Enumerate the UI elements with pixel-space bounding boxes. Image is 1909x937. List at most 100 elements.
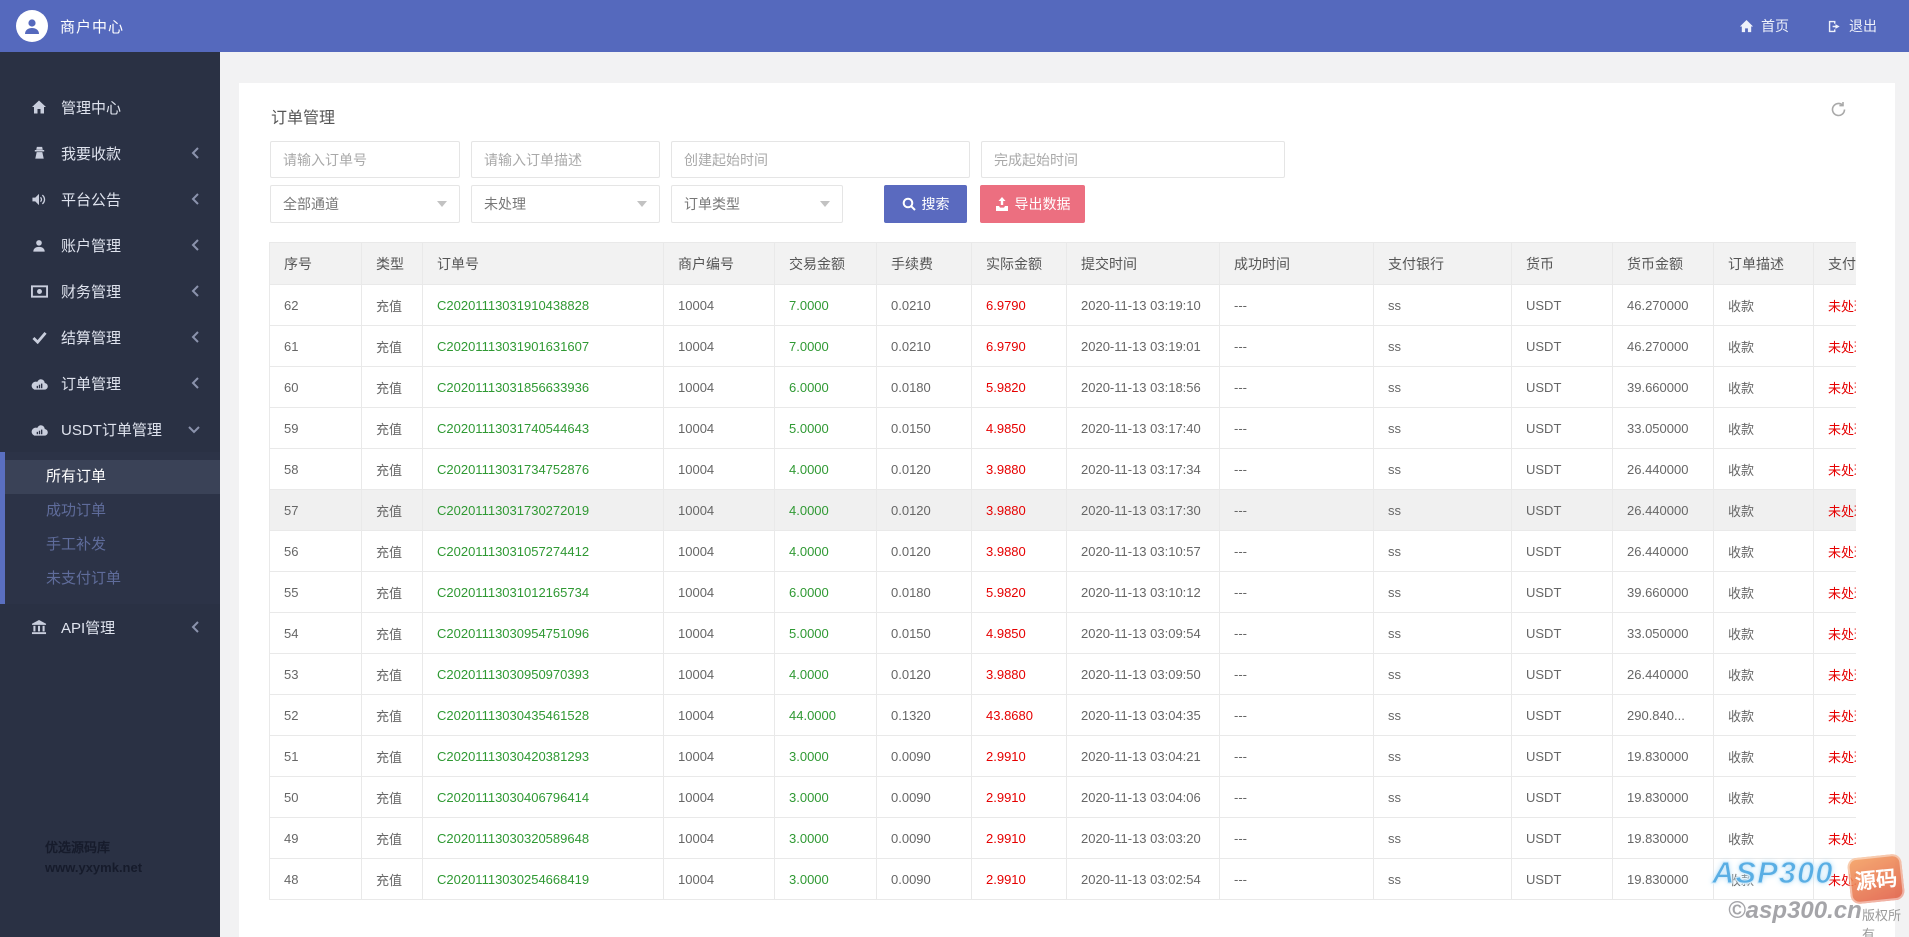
cell-submit_time: 2020-11-13 03:17:30 [1066, 489, 1220, 531]
table-row: 51 充值 C20201113030420381293 10004 3.0000 0.00… [269, 735, 1856, 777]
cell-amount: 3.0000 [774, 858, 877, 900]
sidebar-subitem-manual-reissue[interactable]: 手工补发 [5, 528, 220, 562]
table-body: 62 充值 C20201113031910438828 10004 7.0000 0.02… [269, 284, 1856, 900]
cell-type: 充值 [361, 694, 423, 736]
cell-submit_time: 2020-11-13 03:19:10 [1066, 284, 1220, 326]
column-header: 支付状态 [1813, 242, 1856, 285]
column-header: 订单描述 [1713, 242, 1814, 285]
cell-order_no: C20201113031734752876 [422, 448, 664, 490]
finish-time-input[interactable] [981, 141, 1285, 178]
cell-actual: 5.9820 [971, 571, 1067, 613]
column-header: 成功时间 [1219, 242, 1374, 285]
cell-bank: ss [1373, 694, 1512, 736]
refresh-icon[interactable] [1830, 101, 1847, 123]
cell-bank: ss [1373, 612, 1512, 654]
sidebar-item-collect[interactable]: 我要收款 [0, 130, 220, 176]
cell-order_no: C20201113031012165734 [422, 571, 664, 613]
order-no-input[interactable] [270, 141, 460, 178]
cell-seq: 58 [269, 448, 362, 490]
cell-type: 充值 [361, 817, 423, 859]
cell-amount: 7.0000 [774, 325, 877, 367]
nav-logout-link[interactable]: 退出 [1827, 16, 1877, 36]
cell-currency: USDT [1511, 612, 1613, 654]
cell-desc: 收款 [1713, 407, 1814, 449]
cell-bank: ss [1373, 489, 1512, 531]
sidebar-item-usdt-orders[interactable]: USDT订单管理 [0, 406, 220, 452]
sidebar-subitem-all-orders[interactable]: 所有订单 [5, 460, 220, 494]
cell-actual: 3.9880 [971, 653, 1067, 695]
cell-seq: 49 [269, 817, 362, 859]
sidebar-subitem-unpaid-orders[interactable]: 未支付订单 [5, 562, 220, 596]
cell-merchant: 10004 [663, 284, 775, 326]
cell-seq: 48 [269, 858, 362, 900]
sidebar-item-finance[interactable]: 财务管理 [0, 268, 220, 314]
cell-status: 未处理 [1813, 448, 1856, 490]
cell-success_time: --- [1219, 325, 1374, 367]
cell-desc: 收款 [1713, 694, 1814, 736]
cell-merchant: 10004 [663, 858, 775, 900]
table-row: 58 充值 C20201113031734752876 10004 4.0000 0.01… [269, 448, 1856, 490]
cell-currency_amount: 19.830000 [1612, 735, 1714, 777]
column-header: 手续费 [876, 242, 972, 285]
cell-seq: 62 [269, 284, 362, 326]
sidebar-item-settlement[interactable]: 结算管理 [0, 314, 220, 360]
cell-success_time: --- [1219, 694, 1374, 736]
cell-status: 未处理 [1813, 407, 1856, 449]
export-button[interactable]: 导出数据 [980, 185, 1085, 223]
cell-seq: 56 [269, 530, 362, 572]
sidebar-subitem-success-orders[interactable]: 成功订单 [5, 494, 220, 528]
cell-merchant: 10004 [663, 489, 775, 531]
cell-fee: 0.0180 [876, 571, 972, 613]
cell-fee: 0.0090 [876, 817, 972, 859]
sidebar-item-api[interactable]: API管理 [0, 604, 220, 650]
cell-amount: 6.0000 [774, 366, 877, 408]
sidebar-item-announcements[interactable]: 平台公告 [0, 176, 220, 222]
home-icon [1739, 19, 1754, 32]
cell-bank: ss [1373, 366, 1512, 408]
cell-fee: 0.0120 [876, 530, 972, 572]
sidebar-item-orders[interactable]: 订单管理 [0, 360, 220, 406]
chevron-left-icon [191, 377, 200, 389]
cell-bank: ss [1373, 407, 1512, 449]
page-title: 订单管理 [271, 110, 336, 127]
order-desc-input[interactable] [471, 141, 660, 178]
cell-merchant: 10004 [663, 448, 775, 490]
orders-panel: 订单管理 全部通道 未处理 [239, 83, 1895, 937]
cell-desc: 收款 [1713, 735, 1814, 777]
sidebar-item-dashboard[interactable]: 管理中心 [0, 84, 220, 130]
channel-select[interactable]: 全部通道 [270, 185, 460, 223]
cell-order_no: C20201113030406796414 [422, 776, 664, 818]
nav-home-link[interactable]: 首页 [1739, 16, 1789, 36]
asp300-logo: ASP300 [1711, 855, 1834, 891]
cell-bank: ss [1373, 530, 1512, 572]
order-type-select[interactable]: 订单类型 [671, 185, 843, 223]
money-bill-icon [30, 284, 48, 298]
cell-type: 充值 [361, 653, 423, 695]
cell-order_no: C20201113030320589648 [422, 817, 664, 859]
caret-down-icon [820, 201, 830, 207]
cell-submit_time: 2020-11-13 03:04:35 [1066, 694, 1220, 736]
cell-bank: ss [1373, 735, 1512, 777]
cell-amount: 6.0000 [774, 571, 877, 613]
cell-success_time: --- [1219, 366, 1374, 408]
cell-type: 充值 [361, 325, 423, 367]
cell-success_time: --- [1219, 735, 1374, 777]
user-secret-icon [30, 145, 48, 161]
user-icon [25, 19, 39, 34]
logout-icon [1828, 20, 1840, 32]
cell-merchant: 10004 [663, 694, 775, 736]
create-time-input[interactable] [671, 141, 970, 178]
cell-currency_amount: 19.830000 [1612, 817, 1714, 859]
sidebar-item-accounts[interactable]: 账户管理 [0, 222, 220, 268]
orders-table: 序号 类型 订单号 商户编号 交易金额 手续费 实际金额 提交时间 成功时间 支付银行 货币 货币金额… [269, 242, 1856, 900]
table-row: 60 充值 C20201113031856633936 10004 6.0000 0.01… [269, 366, 1856, 408]
cell-currency_amount: 19.830000 [1612, 858, 1714, 900]
cell-merchant: 10004 [663, 530, 775, 572]
cell-desc: 收款 [1713, 325, 1814, 367]
column-header: 实际金额 [971, 242, 1067, 285]
chevron-left-icon [191, 285, 200, 297]
cell-fee: 0.1320 [876, 694, 972, 736]
search-button[interactable]: 搜索 [884, 185, 967, 223]
status-select[interactable]: 未处理 [471, 185, 660, 223]
cloud-icon [30, 377, 48, 390]
